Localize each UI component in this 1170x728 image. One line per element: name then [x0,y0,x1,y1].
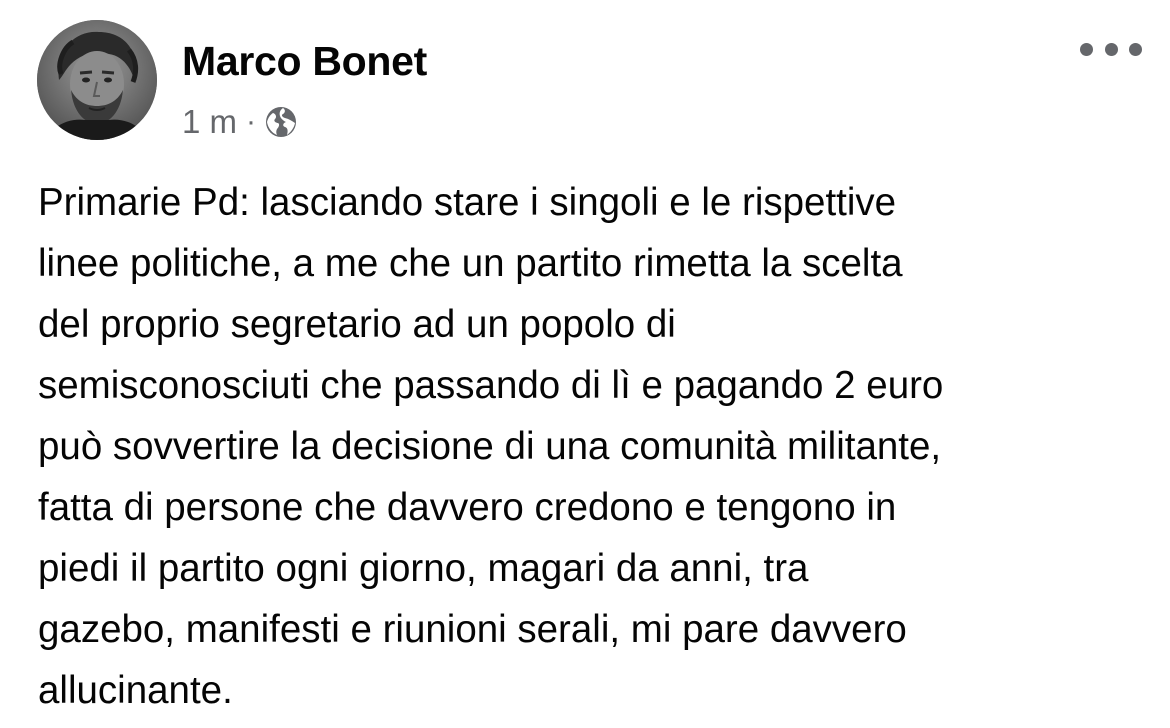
post-text-line: fatta di persone che davvero credono e t… [38,486,897,529]
more-horizontal-icon-dot-1 [1080,42,1093,56]
post-card: Marco Bonet 1 m · Primarie Pd: lasciando… [0,0,1170,728]
more-horizontal-icon-dot-3 [1129,42,1142,56]
more-horizontal-icon-dot-2 [1104,42,1118,56]
author-name[interactable]: Marco Bonet [182,38,427,85]
post-text-line: linee politiche, a me che un partito rim… [38,242,903,285]
post-text-line: piedi il partito ogni giorno, magari da … [38,547,809,590]
post-text-line: gazebo, manifesti e riunioni serali, mi … [38,608,907,651]
post-text-line: semisconosciuti che passando di lì e pag… [38,364,944,407]
meta-separator: · [246,105,257,138]
post-text-line: può sovvertire la decisione di una comun… [38,425,942,468]
avatar-image [37,20,157,140]
post-meta: 1 m · [182,100,298,144]
more-options-button[interactable] [1080,34,1142,64]
post-timestamp[interactable]: 1 m [182,103,237,141]
globe-icon[interactable] [264,105,298,139]
post-text-line: del proprio segretario ad un popolo di [38,303,676,346]
post-text-line: Primarie Pd: lasciando stare i singoli e… [38,181,897,224]
post-text-line: allucinante. [38,669,233,712]
post-text: Primarie Pd: lasciando stare i singoli e… [38,172,1148,721]
avatar[interactable] [37,20,157,140]
